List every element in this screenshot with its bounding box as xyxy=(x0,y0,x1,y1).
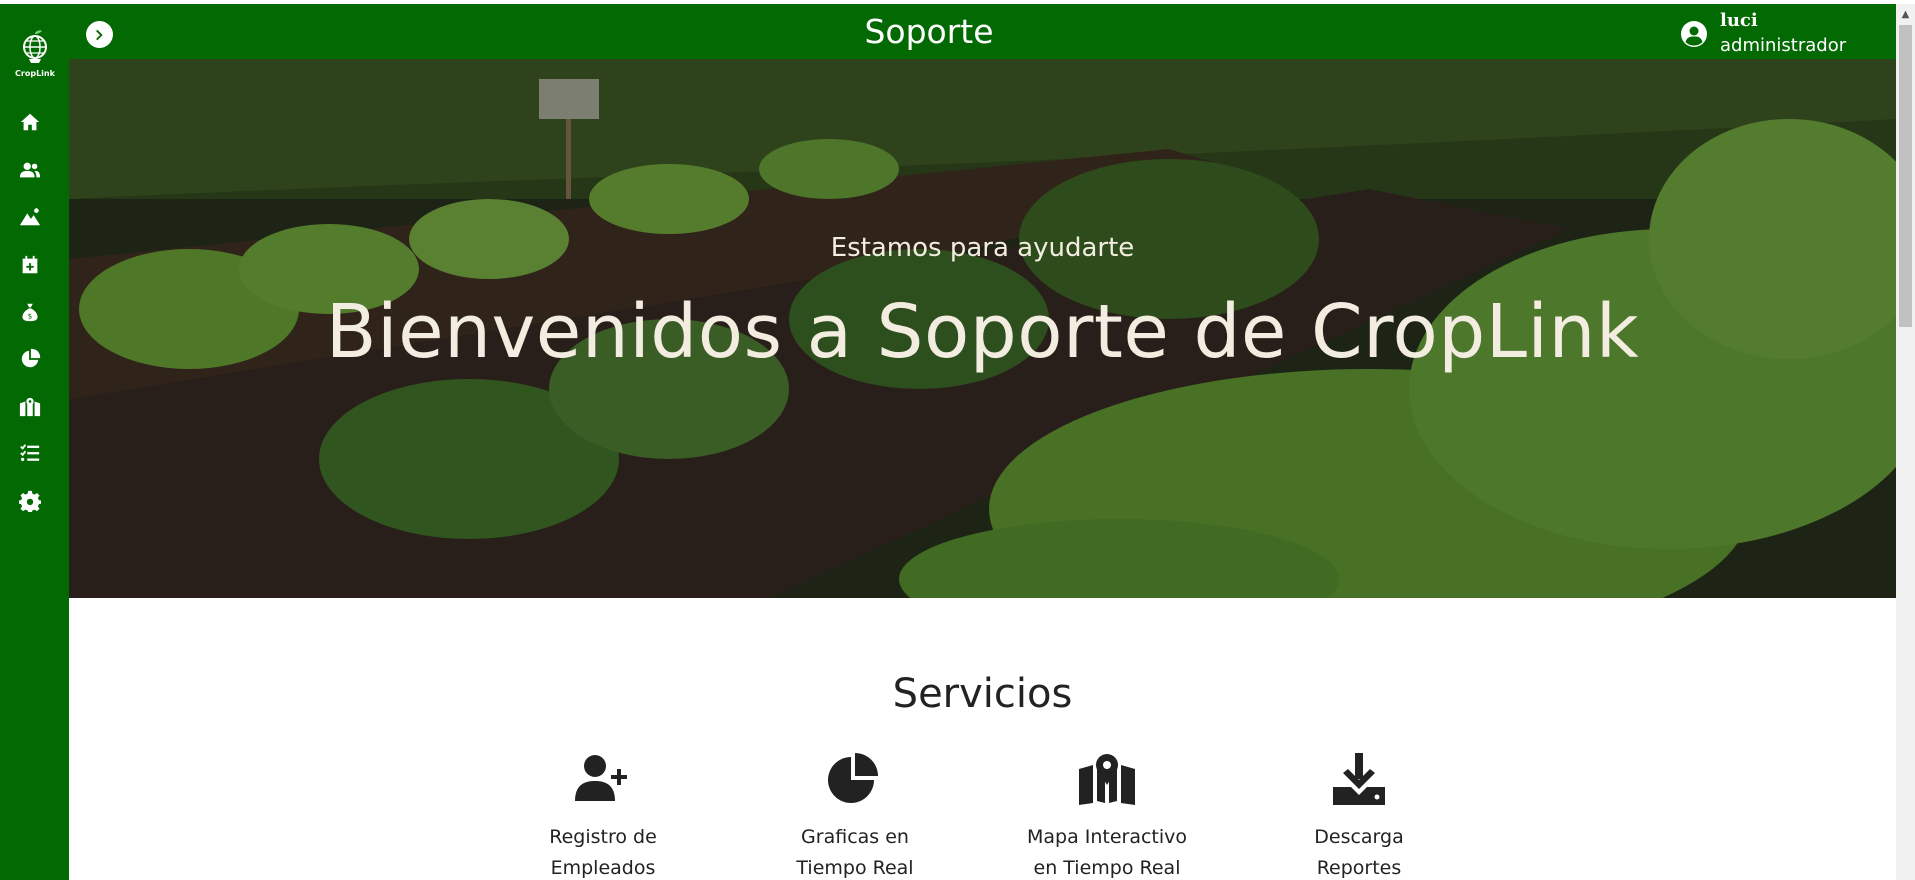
sidebar-item-charts[interactable] xyxy=(17,346,43,372)
croplink-logo[interactable]: CropLink xyxy=(14,30,56,80)
sidebar-item-home[interactable] xyxy=(17,109,43,135)
user-plus-icon xyxy=(575,755,627,801)
logo-text: CropLink xyxy=(15,69,55,78)
hero-title: Bienvenidos a Soporte de CropLink xyxy=(325,289,1640,375)
mountain-icon xyxy=(19,208,41,226)
header-bar: Soporte luci administrador xyxy=(69,4,1896,59)
services-heading: Servicios xyxy=(892,671,1073,717)
service-label-line1: Descarga xyxy=(1314,826,1404,848)
pie-chart-icon xyxy=(21,348,41,368)
service-descarga-reportes[interactable]: Descarga Reportes xyxy=(1259,750,1459,880)
hero-subtitle: Estamos para ayudarte xyxy=(830,233,1135,263)
service-label-line2: Tiempo Real xyxy=(796,857,914,879)
user-name: luci xyxy=(1720,10,1758,31)
service-label-line1: Graficas en xyxy=(801,826,909,848)
service-label-line1: Registro de xyxy=(549,826,657,848)
download-icon xyxy=(1333,753,1385,805)
sidebar-item-calendar[interactable] xyxy=(17,252,43,278)
sidebar-item-settings[interactable] xyxy=(17,488,43,514)
service-label-line1: Mapa Interactivo xyxy=(1026,826,1188,848)
service-label-line2: Reportes xyxy=(1316,857,1402,879)
svg-text:$: $ xyxy=(28,311,33,320)
money-bag-icon: $ xyxy=(22,303,38,322)
vertical-scrollbar[interactable]: ▲ xyxy=(1896,4,1915,880)
service-label-line2: Empleados xyxy=(550,857,656,879)
user-menu[interactable]: luci administrador xyxy=(1680,6,1850,58)
page-title: Soporte xyxy=(864,12,994,51)
pie-chart-icon xyxy=(828,753,878,803)
scrollbar-thumb[interactable] xyxy=(1899,25,1912,327)
service-registro-empleados[interactable]: Registro de Empleados xyxy=(503,750,703,880)
sidebar-item-terrain[interactable] xyxy=(17,204,43,230)
service-label-line2: en Tiempo Real xyxy=(1033,857,1181,879)
sidebar: CropLink $ xyxy=(0,0,69,880)
sidebar-item-finance[interactable]: $ xyxy=(17,299,43,325)
users-icon xyxy=(19,162,41,178)
map-location-icon xyxy=(1079,754,1135,805)
sidebar-item-users[interactable] xyxy=(17,157,43,183)
sidebar-item-map[interactable] xyxy=(17,394,43,420)
globe-leaf-icon xyxy=(23,30,47,63)
user-circle-icon xyxy=(1680,20,1708,48)
map-location-icon xyxy=(19,397,41,417)
service-graficas[interactable]: Graficas en Tiempo Real xyxy=(755,750,955,880)
scroll-up-arrow-icon[interactable]: ▲ xyxy=(1896,4,1915,24)
gear-icon xyxy=(19,490,41,512)
sidebar-item-tasks[interactable] xyxy=(17,440,43,466)
hero-banner: Estamos para ayudarte Bienvenidos a Sopo… xyxy=(69,59,1896,598)
user-role: administrador xyxy=(1720,35,1847,56)
home-icon xyxy=(20,113,40,131)
service-mapa-interactivo[interactable]: Mapa Interactivo en Tiempo Real xyxy=(1007,750,1207,880)
calendar-plus-icon xyxy=(22,255,38,274)
list-check-icon xyxy=(20,444,40,462)
